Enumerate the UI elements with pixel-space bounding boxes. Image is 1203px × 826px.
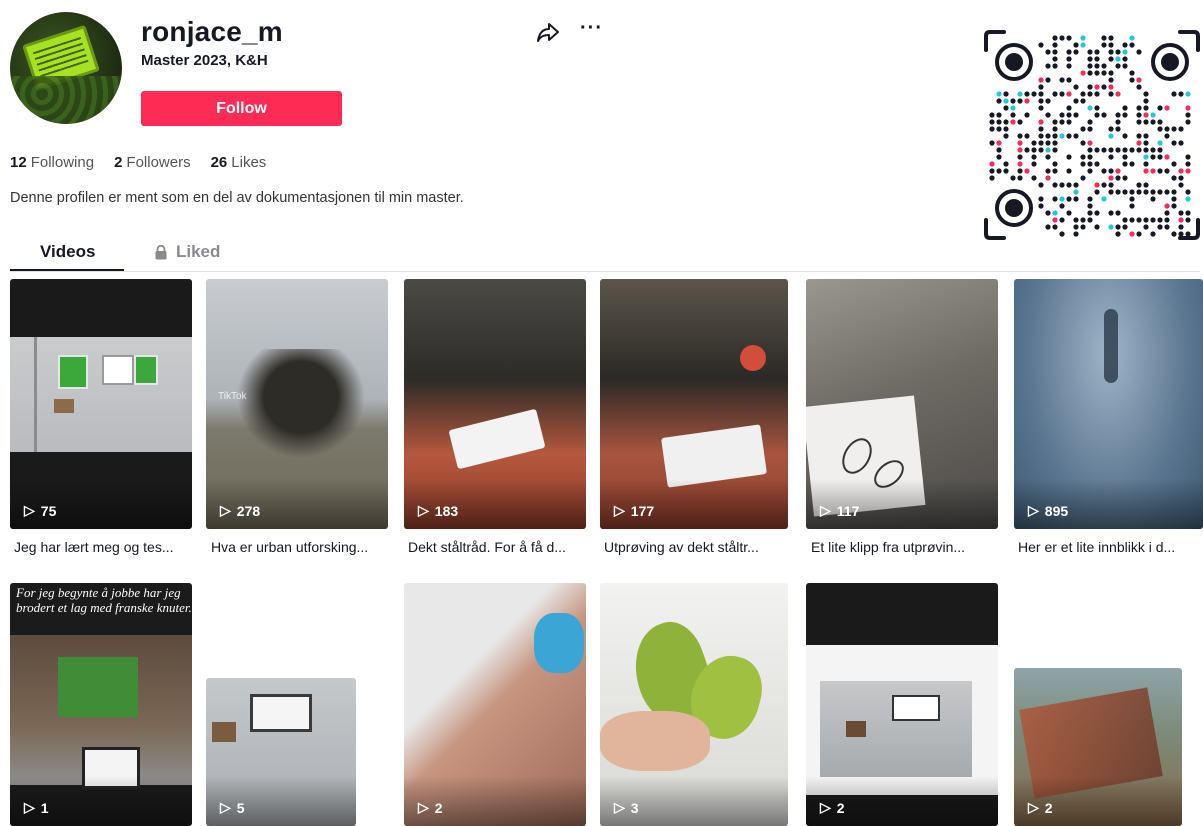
video-thumbnail: [1104, 309, 1118, 383]
view-count: ▷ 278: [220, 502, 261, 519]
tab-bar: Videos Liked: [10, 238, 1200, 272]
play-icon: ▷: [820, 502, 831, 518]
view-count: ▷ 75: [24, 502, 57, 519]
likes-stat: 26 Likes: [210, 154, 267, 171]
video-caption[interactable]: Her er et lite innblikk i d...: [1018, 539, 1175, 555]
play-icon: ▷: [220, 502, 231, 518]
video-card[interactable]: ▷ 2: [806, 583, 998, 826]
video-card[interactable]: TikTok ▷ 278: [206, 279, 388, 529]
profile-bio: Denne profilen er ment som en del av dok…: [10, 190, 464, 206]
video-thumbnail: [250, 694, 312, 732]
video-thumbnail: [226, 349, 376, 469]
video-caption[interactable]: Utprøving av dekt ståltr...: [604, 539, 759, 555]
play-icon: ▷: [220, 799, 231, 815]
play-icon: ▷: [614, 502, 625, 518]
view-count: ▷ 177: [614, 502, 655, 519]
video-overlay-text: For jeg begynte å jobbe har jeg brodert …: [16, 585, 192, 615]
video-caption[interactable]: Et lite klipp fra utprøvin...: [811, 539, 965, 555]
play-icon: ▷: [1028, 799, 1039, 815]
play-icon: ▷: [820, 799, 831, 815]
video-card[interactable]: ▷ 75: [10, 279, 192, 529]
followers-stat[interactable]: 2 Followers: [114, 154, 191, 171]
play-icon: ▷: [418, 502, 429, 518]
play-icon: ▷: [418, 799, 429, 815]
video-thumbnail: [448, 408, 546, 470]
follow-button[interactable]: Follow: [141, 91, 342, 126]
view-count: ▷ 2: [418, 799, 443, 816]
active-tab-indicator: [10, 269, 124, 271]
video-card[interactable]: ▷ 3: [600, 583, 788, 826]
view-count: ▷ 2: [1028, 799, 1053, 816]
username: ronjace_m: [141, 16, 283, 47]
tab-videos[interactable]: Videos: [40, 242, 95, 262]
profile-stats: 12 Following 2 Followers 26 Likes: [10, 154, 266, 171]
avatar-foliage: [10, 76, 122, 124]
video-caption[interactable]: Jeg har lært meg og tes...: [14, 539, 174, 555]
following-stat[interactable]: 12 Following: [10, 154, 94, 171]
video-thumbnail: [10, 635, 192, 789]
video-thumbnail: [806, 645, 998, 795]
video-card[interactable]: ▷ 5: [206, 678, 356, 826]
play-icon: ▷: [1028, 502, 1039, 518]
video-card[interactable]: ▷ 177: [600, 279, 788, 529]
view-count: ▷ 3: [614, 799, 639, 816]
more-icon[interactable]: ···: [580, 17, 603, 40]
video-thumbnail: [10, 337, 192, 452]
view-count: ▷ 895: [1028, 502, 1069, 519]
video-caption[interactable]: Dekt ståltråd. For å få d...: [408, 539, 566, 555]
video-card[interactable]: ▷ 117: [806, 279, 998, 529]
view-count: ▷ 117: [820, 502, 860, 519]
video-card[interactable]: ▷ 895: [1014, 279, 1203, 529]
share-icon[interactable]: [536, 20, 560, 44]
video-card[interactable]: ▷ 2: [1014, 668, 1182, 826]
lock-icon: [155, 244, 167, 259]
video-card[interactable]: For jeg begynte å jobbe har jeg brodert …: [10, 583, 192, 826]
video-card[interactable]: ▷ 2: [404, 583, 586, 826]
tab-liked[interactable]: Liked: [154, 242, 220, 262]
tab-liked-label: Liked: [176, 242, 221, 261]
play-icon: ▷: [614, 799, 625, 815]
view-count: ▷ 5: [220, 799, 245, 816]
play-icon: ▷: [24, 799, 35, 815]
view-count: ▷ 2: [820, 799, 845, 816]
tiktok-watermark: TikTok: [218, 391, 247, 402]
play-icon: ▷: [24, 502, 35, 518]
profile-subtitle: Master 2023, K&H: [141, 52, 268, 69]
video-thumbnail: [534, 613, 584, 673]
qr-code: [984, 30, 1200, 240]
view-count: ▷ 183: [418, 502, 459, 519]
video-card[interactable]: ▷ 183: [404, 279, 586, 529]
view-count: ▷ 1: [24, 799, 49, 816]
video-caption[interactable]: Hva er urban utforsking...: [211, 539, 368, 555]
avatar[interactable]: [10, 12, 122, 124]
